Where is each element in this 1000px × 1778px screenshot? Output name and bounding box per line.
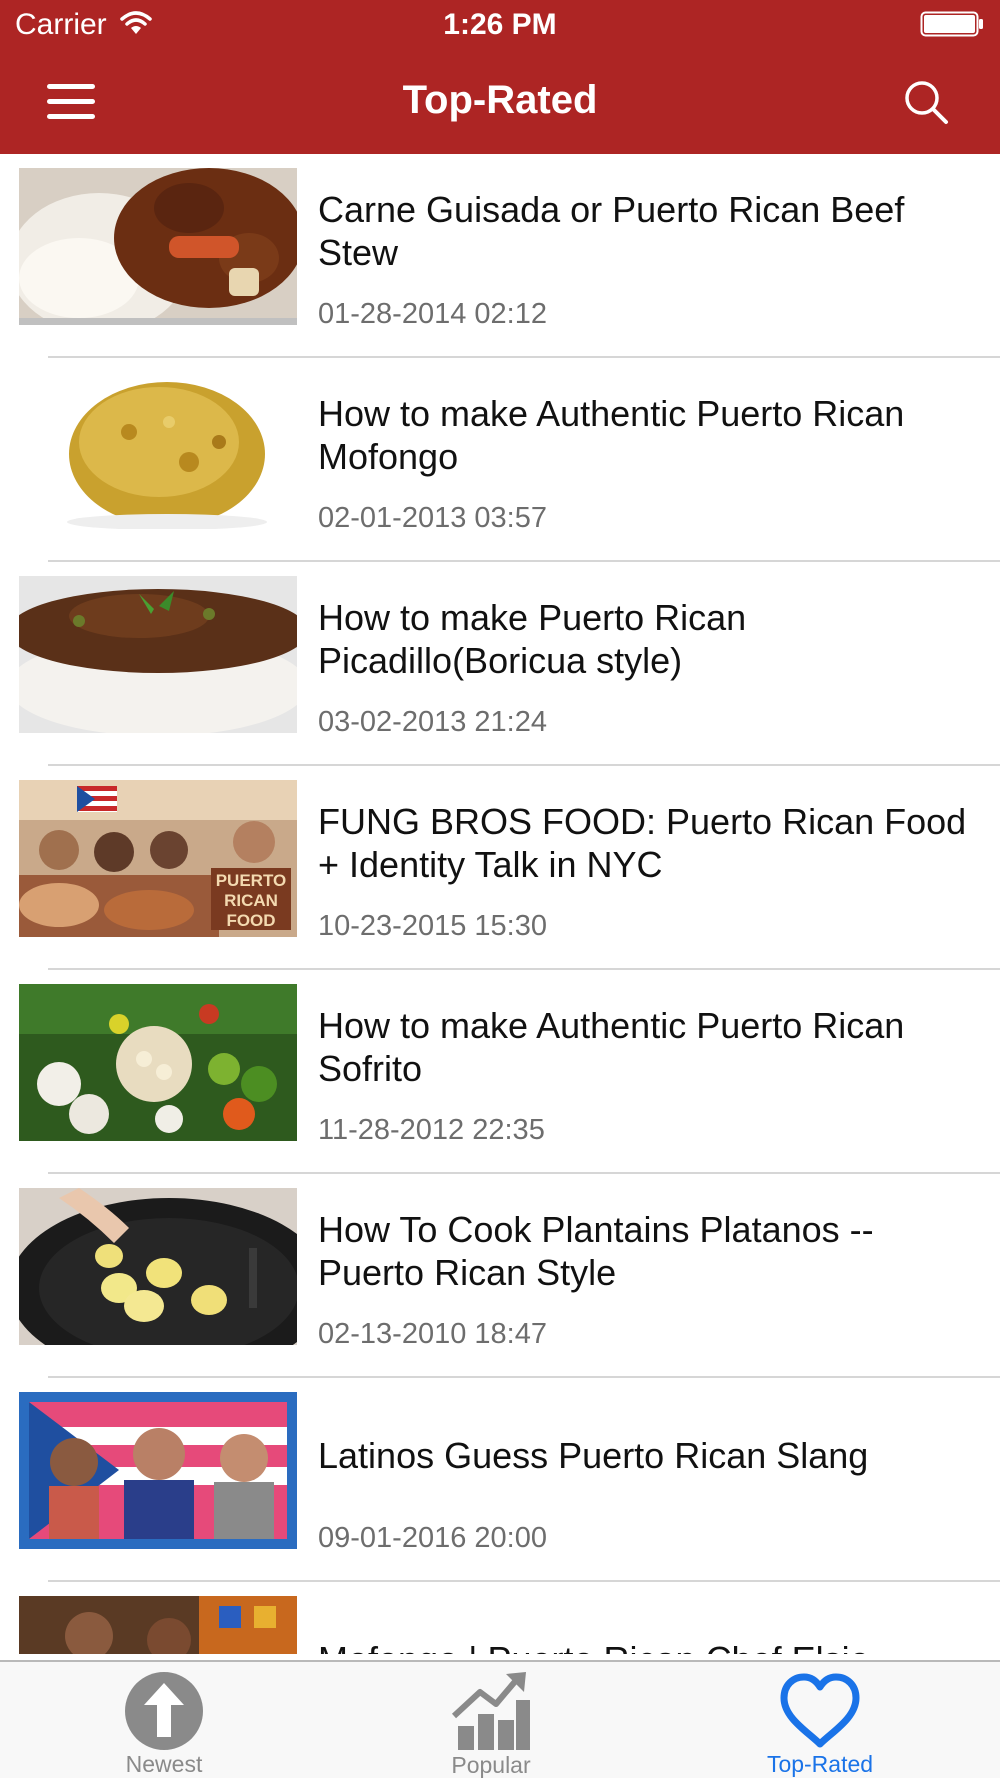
- list-item[interactable]: PUERTO RICAN FOOD FUNG BROS FOOD: Puerto…: [0, 766, 1000, 970]
- video-thumbnail: [19, 576, 297, 733]
- video-title: Latinos Guess Puerto Rican Slang: [318, 1435, 869, 1476]
- slang-thumbnail: [19, 1392, 297, 1549]
- trending-chart-icon: [451, 1672, 530, 1750]
- tab-newest[interactable]: Newest: [64, 1662, 264, 1778]
- video-thumbnail: PUERTO RICAN FOOD: [19, 780, 297, 937]
- chef-elsie-thumbnail: [19, 1596, 297, 1654]
- video-title: How to make Puerto Rican Picadillo(Boric…: [318, 597, 747, 681]
- picadillo-thumbnail: [19, 576, 297, 733]
- video-date: 01-28-2014 02:12: [318, 298, 547, 330]
- video-date: 02-01-2013 03:57: [318, 502, 547, 534]
- tab-top-rated-label: Top-Rated: [766, 1751, 874, 1777]
- video-title: Carne Guisada or Puerto Rican Beef Stew: [318, 189, 905, 273]
- list-item[interactable]: How to make Puerto Rican Picadillo(Boric…: [0, 562, 1000, 766]
- fung-bros-thumbnail: PUERTO RICAN FOOD: [19, 780, 297, 937]
- video-title: How to make Authentic Puerto Rican Mofon…: [318, 393, 905, 477]
- list-item[interactable]: How to make Authentic Puerto Rican Mofon…: [0, 358, 1000, 562]
- video-thumbnail: [19, 1392, 297, 1549]
- video-date: 09-01-2016 20:00: [318, 1522, 547, 1554]
- status-bar: Carrier 1:26 PM: [0, 0, 1000, 50]
- nav-bar: Top-Rated: [0, 50, 1000, 154]
- tab-popular-label: Popular: [451, 1752, 531, 1778]
- thumbnail-caption: RICAN: [224, 891, 278, 910]
- video-date: 02-13-2010 18:47: [318, 1318, 547, 1350]
- mofongo-thumbnail: [19, 372, 297, 529]
- beef-stew-thumbnail: [19, 168, 297, 325]
- video-title: How to make Authentic Puerto Rican Sofri…: [318, 1005, 905, 1089]
- video-date: 03-02-2013 21:24: [318, 706, 547, 738]
- list-item[interactable]: How To Cook Plantains Platanos -- Puerto…: [0, 1174, 1000, 1378]
- heart-icon: [780, 1673, 860, 1747]
- tab-newest-icon-wrap: [119, 1670, 209, 1751]
- search-icon: [905, 81, 948, 124]
- header: Carrier 1:26 PM Top-Rated: [0, 0, 1000, 154]
- video-list[interactable]: Carne Guisada or Puerto Rican Beef Stew …: [0, 154, 1000, 1654]
- tab-top-rated-icon-wrap: [775, 1670, 865, 1751]
- status-time: 1:26 PM: [443, 8, 557, 41]
- up-arrow-circle-icon: [125, 1671, 203, 1750]
- video-title: FUNG BROS FOOD: Puerto Rican Food + Iden…: [318, 801, 967, 885]
- tab-bar: Newest Popular Top-Rated: [0, 1660, 1000, 1778]
- list-item[interactable]: Carne Guisada or Puerto Rican Beef Stew …: [0, 154, 1000, 358]
- video-thumbnail: [19, 984, 297, 1141]
- list-item[interactable]: Mofongo | Puerto Rican Chef Elsie: [0, 1582, 1000, 1654]
- battery-icon: [920, 11, 983, 37]
- search-button[interactable]: [896, 72, 956, 132]
- tab-top-rated[interactable]: Top-Rated: [720, 1662, 920, 1778]
- thumbnail-caption: FOOD: [226, 911, 275, 930]
- page-title: Top-Rated: [402, 78, 598, 122]
- video-title: Mofongo | Puerto Rican Chef Elsie: [318, 1638, 988, 1654]
- video-thumbnail: [19, 372, 297, 529]
- tab-newest-label: Newest: [125, 1751, 203, 1777]
- video-thumbnail: [19, 1188, 297, 1345]
- sofrito-thumbnail: [19, 984, 297, 1141]
- video-thumbnail: [19, 1596, 297, 1654]
- list-item[interactable]: How to make Authentic Puerto Rican Sofri…: [0, 970, 1000, 1174]
- list-item[interactable]: Latinos Guess Puerto Rican Slang 09-01-2…: [0, 1378, 1000, 1582]
- app-screen: Carrier 1:26 PM Top-Rated Carne Guisada …: [0, 0, 1000, 1778]
- plantains-thumbnail: [19, 1188, 297, 1345]
- video-title: How To Cook Plantains Platanos -- Puerto…: [318, 1209, 874, 1293]
- video-date: 10-23-2015 15:30: [318, 910, 547, 942]
- video-date: 11-28-2012 22:35: [318, 1114, 545, 1146]
- tab-popular[interactable]: Popular: [391, 1662, 591, 1778]
- thumbnail-caption: PUERTO: [216, 871, 287, 890]
- tab-popular-icon-wrap: [446, 1670, 536, 1752]
- video-thumbnail: [19, 168, 297, 325]
